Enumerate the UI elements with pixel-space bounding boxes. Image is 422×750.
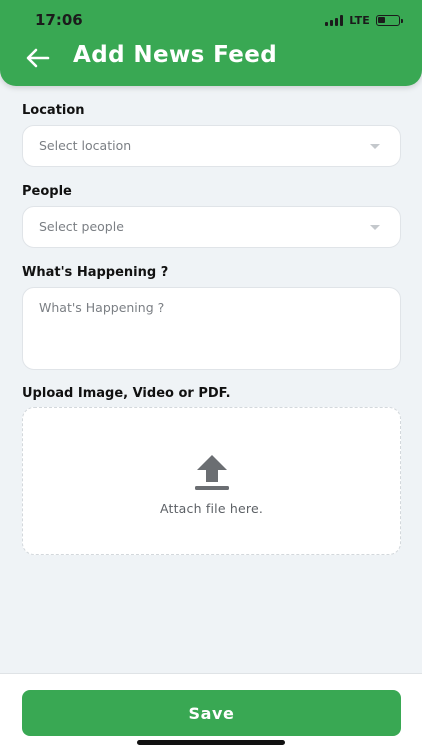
back-button[interactable] <box>24 44 52 72</box>
upload-icon <box>195 455 229 490</box>
bottom-bar: Save <box>0 673 422 750</box>
location-label: Location <box>22 103 85 118</box>
people-select[interactable]: Select people <box>22 206 401 248</box>
app-header: 17:06 LTE Add News Feed <box>0 0 422 86</box>
save-button[interactable]: Save <box>22 690 401 736</box>
signal-icon <box>325 15 344 26</box>
people-placeholder: Select people <box>39 219 124 234</box>
location-select[interactable]: Select location <box>22 125 401 167</box>
arrow-left-icon <box>26 48 50 68</box>
location-placeholder: Select location <box>39 138 132 153</box>
happening-label: What's Happening ? <box>22 265 169 280</box>
status-time: 17:06 <box>35 11 83 29</box>
people-label: People <box>22 184 72 199</box>
happening-textarea[interactable]: What's Happening ? <box>22 287 401 370</box>
battery-icon <box>376 15 403 26</box>
upload-hint: Attach file here. <box>159 501 264 516</box>
home-indicator <box>137 740 285 745</box>
battery-level <box>378 17 385 23</box>
network-label: LTE <box>349 14 370 27</box>
page-title: Add News Feed <box>73 42 278 68</box>
chevron-down-icon <box>370 225 380 230</box>
status-icons: LTE <box>325 14 403 27</box>
upload-label: Upload Image, Video or PDF. <box>22 386 231 401</box>
upload-dropzone[interactable]: Attach file here. <box>22 407 401 555</box>
chevron-down-icon <box>370 144 380 149</box>
happening-placeholder: What's Happening ? <box>39 300 165 315</box>
